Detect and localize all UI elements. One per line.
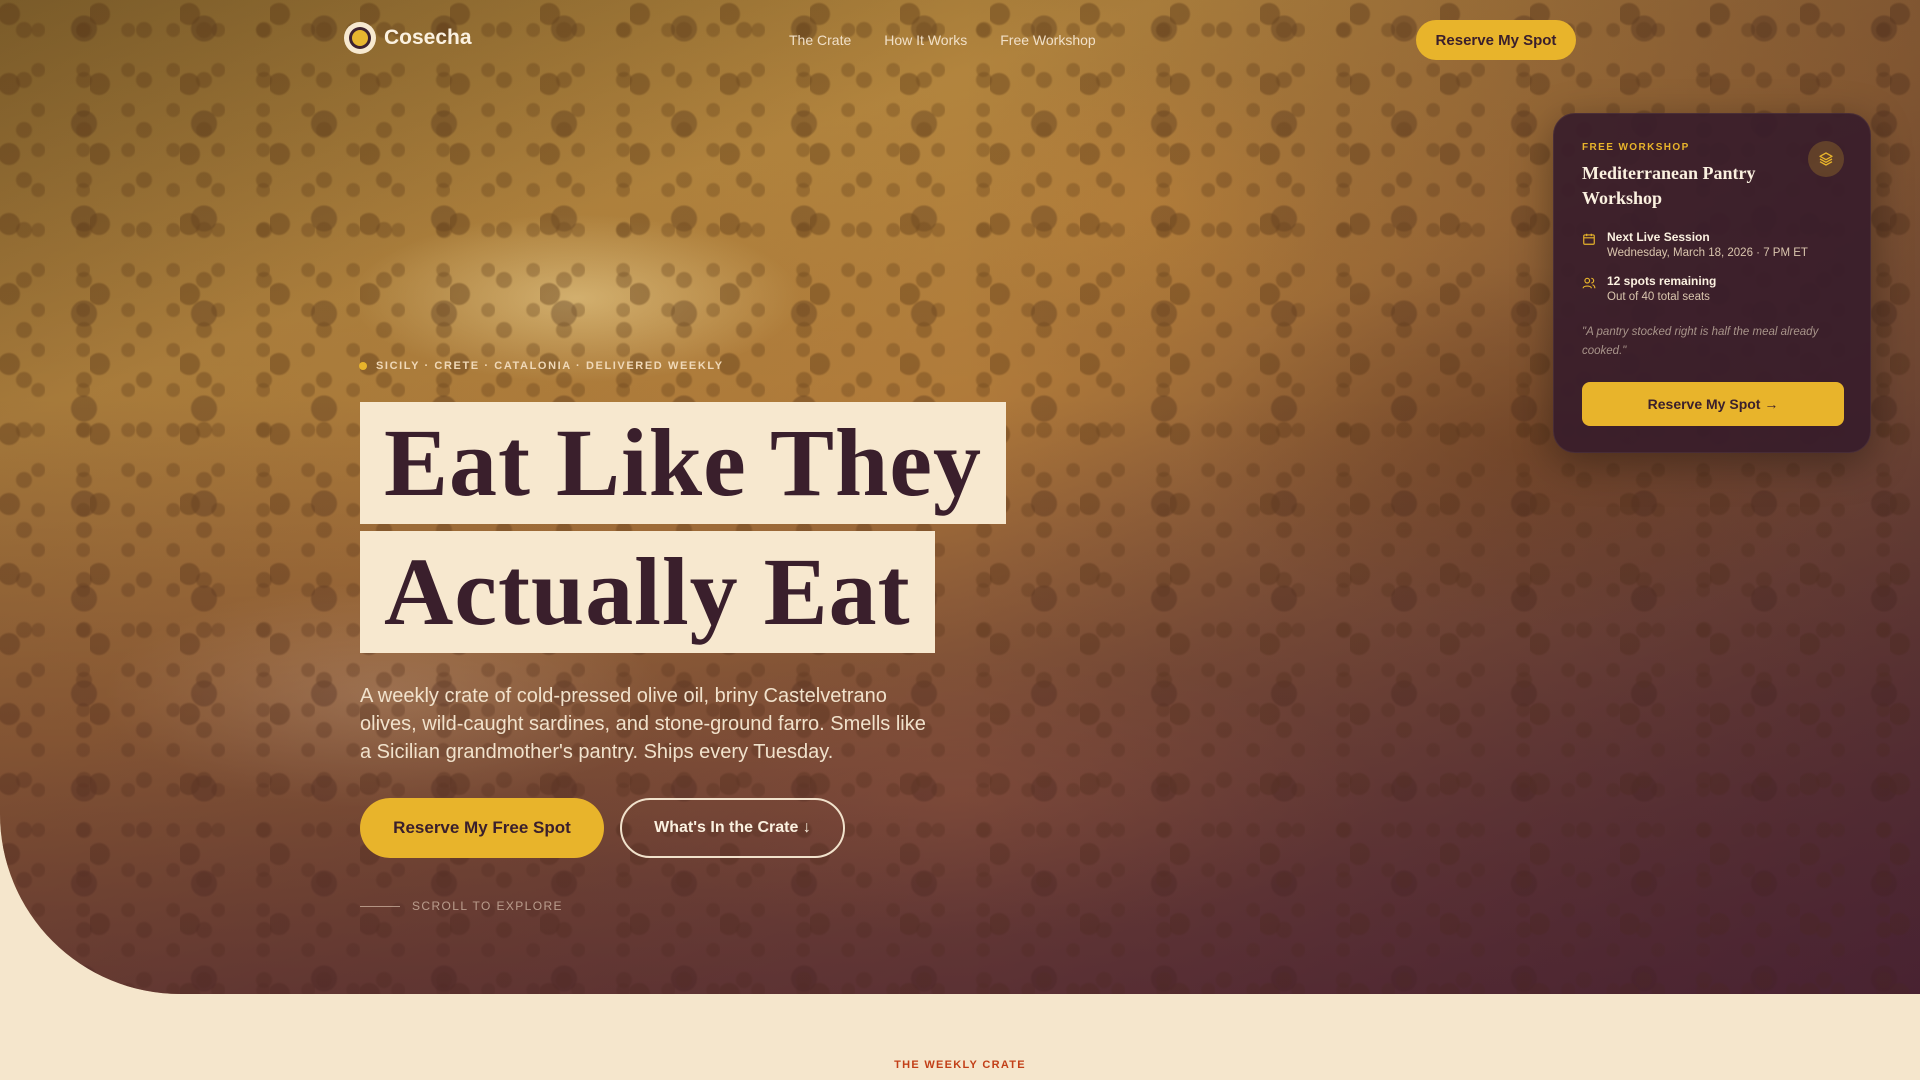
- session-title: Next Live Session: [1607, 230, 1710, 244]
- card-title: Mediterranean Pantry Workshop: [1582, 163, 1756, 208]
- headline-line-1: Eat Like They: [360, 402, 1006, 524]
- spots-sub: Out of 40 total seats: [1607, 291, 1710, 303]
- scroll-hint[interactable]: SCROLL TO EXPLORE: [360, 899, 563, 913]
- hero-lede: A weekly crate of cold-pressed olive oil…: [360, 685, 926, 763]
- scroll-text: SCROLL TO EXPLORE: [412, 899, 563, 913]
- headline-line-2: Actually Eat: [360, 531, 935, 653]
- spots-row: 12 spots remaining Out of 40 total seats: [1582, 274, 1716, 303]
- card-reserve-button[interactable]: Reserve My Spot →: [1582, 382, 1844, 426]
- hero-eyebrow: SICILY · CRETE · CATALONIA · DELIVERED W…: [359, 360, 724, 372]
- nav-link-the-crate[interactable]: The Crate: [789, 32, 851, 48]
- card-quote: "A pantry stocked right is half the meal…: [1582, 326, 1819, 357]
- nav-reserve-button[interactable]: Reserve My Spot: [1416, 20, 1576, 60]
- nav-link-free-workshop[interactable]: Free Workshop: [1000, 32, 1095, 48]
- session-date: Wednesday, March 18, 2026 · 7 PM ET: [1607, 247, 1808, 259]
- eyebrow-text: SICILY · CRETE · CATALONIA · DELIVERED W…: [376, 360, 724, 372]
- whats-in-crate-button[interactable]: What's In the Crate ↓: [620, 798, 845, 858]
- brand-name: Cosecha: [384, 26, 472, 49]
- spots-title: 12 spots remaining: [1607, 274, 1717, 288]
- reserve-free-spot-button[interactable]: Reserve My Free Spot: [360, 798, 604, 858]
- nav-link-how-it-works[interactable]: How It Works: [884, 32, 967, 48]
- calendar-icon: [1583, 233, 1595, 245]
- nav-links: The Crate How It Works Free Workshop: [789, 32, 1096, 48]
- top-nav: Cosecha The Crate How It Works Free Work…: [0, 0, 1920, 80]
- brand-logo-icon: [344, 22, 376, 54]
- users-icon: [1582, 277, 1596, 289]
- workshop-card: FREE WORKSHOP Mediterranean Pantry Works…: [1553, 113, 1871, 453]
- session-row: Next Live Session Wednesday, March 18, 2…: [1582, 230, 1808, 259]
- card-kicker: FREE WORKSHOP: [1582, 142, 1690, 153]
- layers-icon: [1808, 141, 1844, 177]
- brand[interactable]: Cosecha: [344, 22, 472, 54]
- section-kicker: THE WEEKLY CRATE: [894, 1059, 1026, 1071]
- eyebrow-dot-icon: [359, 362, 367, 370]
- scroll-line: [360, 905, 400, 907]
